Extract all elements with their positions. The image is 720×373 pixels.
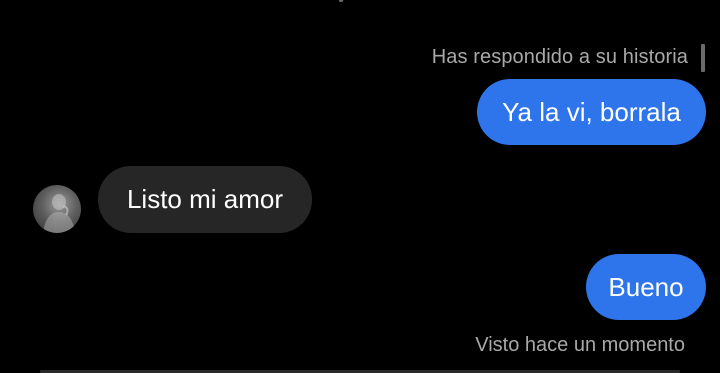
seen-status: Visto hace un momento xyxy=(475,334,685,356)
story-preview-bar[interactable] xyxy=(701,44,705,72)
sent-message-bubble[interactable]: Bueno xyxy=(586,254,706,320)
received-message-text: Listo mi amor xyxy=(126,184,284,214)
contact-avatar[interactable] xyxy=(33,185,81,233)
received-message-bubble[interactable]: Listo mi amor xyxy=(98,166,312,233)
sent-message-text: Ya la vi, borrala xyxy=(502,96,681,127)
sent-message-bubble[interactable]: Ya la vi, borrala xyxy=(477,79,706,145)
user-avatar-icon xyxy=(43,194,75,233)
story-reply-label: Has respondido a su historia xyxy=(431,46,688,68)
top-indicator-dot xyxy=(339,0,343,2)
sent-message-text: Bueno xyxy=(608,271,684,302)
